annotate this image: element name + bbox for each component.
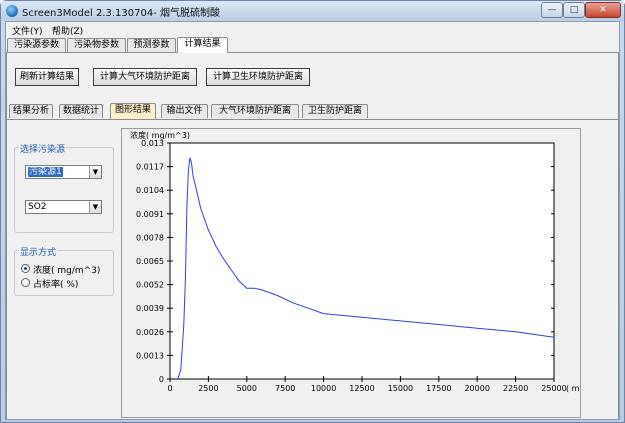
radio-concentration-label: 浓度( mg/m^3) xyxy=(33,266,101,276)
chevron-down-icon[interactable]: ▼ xyxy=(89,201,101,213)
tab-analysis[interactable]: 结果分析 xyxy=(9,104,53,118)
app-window: Screen3Model 2.3.130704- 烟气脱硫制酸 — □ ✕ 文件… xyxy=(0,0,625,423)
window-title: Screen3Model 2.3.130704- 烟气脱硫制酸 xyxy=(22,8,220,19)
sub-tab-bar: 结果分析 数据统计 图形结果 输出文件 大气环境防护距离 卫生防护距离 xyxy=(7,103,618,119)
x-tick-label: 10000 xyxy=(311,384,336,393)
y-tick-label: 0.0091 xyxy=(136,210,164,219)
concentration-chart: 0 0.0013 0.0026 0.0039 0.0052 0.0065 0.0078 0.0… xyxy=(130,130,583,393)
tab-atmospheric-distance[interactable]: 大气环境防护距离 xyxy=(211,104,299,118)
source-group-label: 选择污染源 xyxy=(19,142,67,155)
x-tick-label: 12500 xyxy=(349,384,374,393)
chevron-down-icon[interactable]: ▼ xyxy=(89,166,101,178)
source-select-value: 污染源1 xyxy=(28,167,63,177)
pollutant-select[interactable]: SO2 ▼ xyxy=(25,200,102,214)
tab-output-file[interactable]: 输出文件 xyxy=(161,104,208,118)
results-panel: 刷新计算结果 计算大气环境防护距离 计算卫生环境防护距离 结果分析 数据统计 图… xyxy=(6,52,619,419)
calc-sanitary-distance-button[interactable]: 计算卫生环境防护距离 xyxy=(206,68,310,86)
display-group-label: 显示方式 xyxy=(19,245,58,258)
chart-container: 0 0.0013 0.0026 0.0039 0.0052 0.0065 0.0078 0.0… xyxy=(121,128,583,418)
y-tick-label: 0.013 xyxy=(141,139,164,148)
y-tick-label: 0.0117 xyxy=(136,163,164,172)
client-area: 文件(Y) 帮助(Z) 污染源参数 污染物参数 预测参数 计算结果 刷新计算结果… xyxy=(5,21,620,420)
maximize-button[interactable]: □ xyxy=(563,2,585,18)
tab-results[interactable]: 计算结果 xyxy=(177,37,228,53)
tab-pollutant[interactable]: 污染物参数 xyxy=(67,38,126,52)
minimize-button[interactable]: — xyxy=(541,2,563,18)
y-tick-label: 0.0039 xyxy=(136,304,164,313)
radio-standard-ratio[interactable] xyxy=(21,278,30,287)
x-tick-label: 17500 xyxy=(426,384,451,393)
y-tick-label: 0.0065 xyxy=(136,257,164,266)
x-tick-label: 22500 xyxy=(503,384,528,393)
source-groupbox: 选择污染源 污染源1 ▼ SO2 ▼ xyxy=(14,142,114,233)
title-bar[interactable]: Screen3Model 2.3.130704- 烟气脱硫制酸 — □ ✕ xyxy=(1,1,624,21)
source-select[interactable]: 污染源1 ▼ xyxy=(25,165,102,179)
tab-prediction[interactable]: 预测参数 xyxy=(127,38,176,52)
plot-area xyxy=(169,142,555,380)
x-tick-label: 20000 xyxy=(464,384,489,393)
radio-standard-ratio-label: 占标率( %) xyxy=(33,280,79,290)
x-tick-label: 15000 xyxy=(388,384,413,393)
y-tick-label: 0.0026 xyxy=(136,328,164,337)
close-button[interactable]: ✕ xyxy=(585,2,621,18)
radio-concentration[interactable] xyxy=(21,264,30,273)
display-groupbox: 显示方式 浓度( mg/m^3) 占标率( %) xyxy=(14,245,114,296)
x-tick-label: 25000 xyxy=(541,384,566,393)
refresh-results-button[interactable]: 刷新计算结果 xyxy=(15,68,79,86)
y-tick-label: 0.0104 xyxy=(136,186,164,195)
y-tick-label: 0.0052 xyxy=(136,281,164,290)
y-tick-label: 0.0078 xyxy=(136,233,164,242)
y-axis-label: 浓度( mg/m^3) xyxy=(130,130,190,140)
app-icon xyxy=(6,5,18,17)
menu-file[interactable]: 文件(Y) xyxy=(12,24,43,37)
graph-panel: 选择污染源 污染源1 ▼ SO2 ▼ 显示方式 浓度( mg/m^3) 占标率(… xyxy=(7,119,618,419)
x-tick-label: 0 xyxy=(167,384,172,393)
x-tick-label: 5000 xyxy=(237,384,257,393)
tab-pollution-source[interactable]: 污染源参数 xyxy=(7,38,66,52)
pollutant-select-value: SO2 xyxy=(28,202,47,212)
x-axis-label: ( m) xyxy=(566,384,580,393)
x-tick-label: 7500 xyxy=(275,384,295,393)
tab-graph-results[interactable]: 图形结果 xyxy=(110,103,156,119)
main-tab-bar: 污染源参数 污染物参数 预测参数 计算结果 xyxy=(6,37,619,53)
menu-bar: 文件(Y) 帮助(Z) xyxy=(6,22,619,37)
tab-statistics[interactable]: 数据统计 xyxy=(59,104,103,118)
menu-help[interactable]: 帮助(Z) xyxy=(52,24,83,37)
y-tick-label: 0 xyxy=(159,375,164,384)
y-tick-label: 0.0013 xyxy=(136,351,164,360)
calc-atmospheric-distance-button[interactable]: 计算大气环境防护距离 xyxy=(93,68,197,86)
x-tick-label: 2500 xyxy=(198,384,218,393)
tab-sanitary-distance[interactable]: 卫生防护距离 xyxy=(302,104,368,118)
